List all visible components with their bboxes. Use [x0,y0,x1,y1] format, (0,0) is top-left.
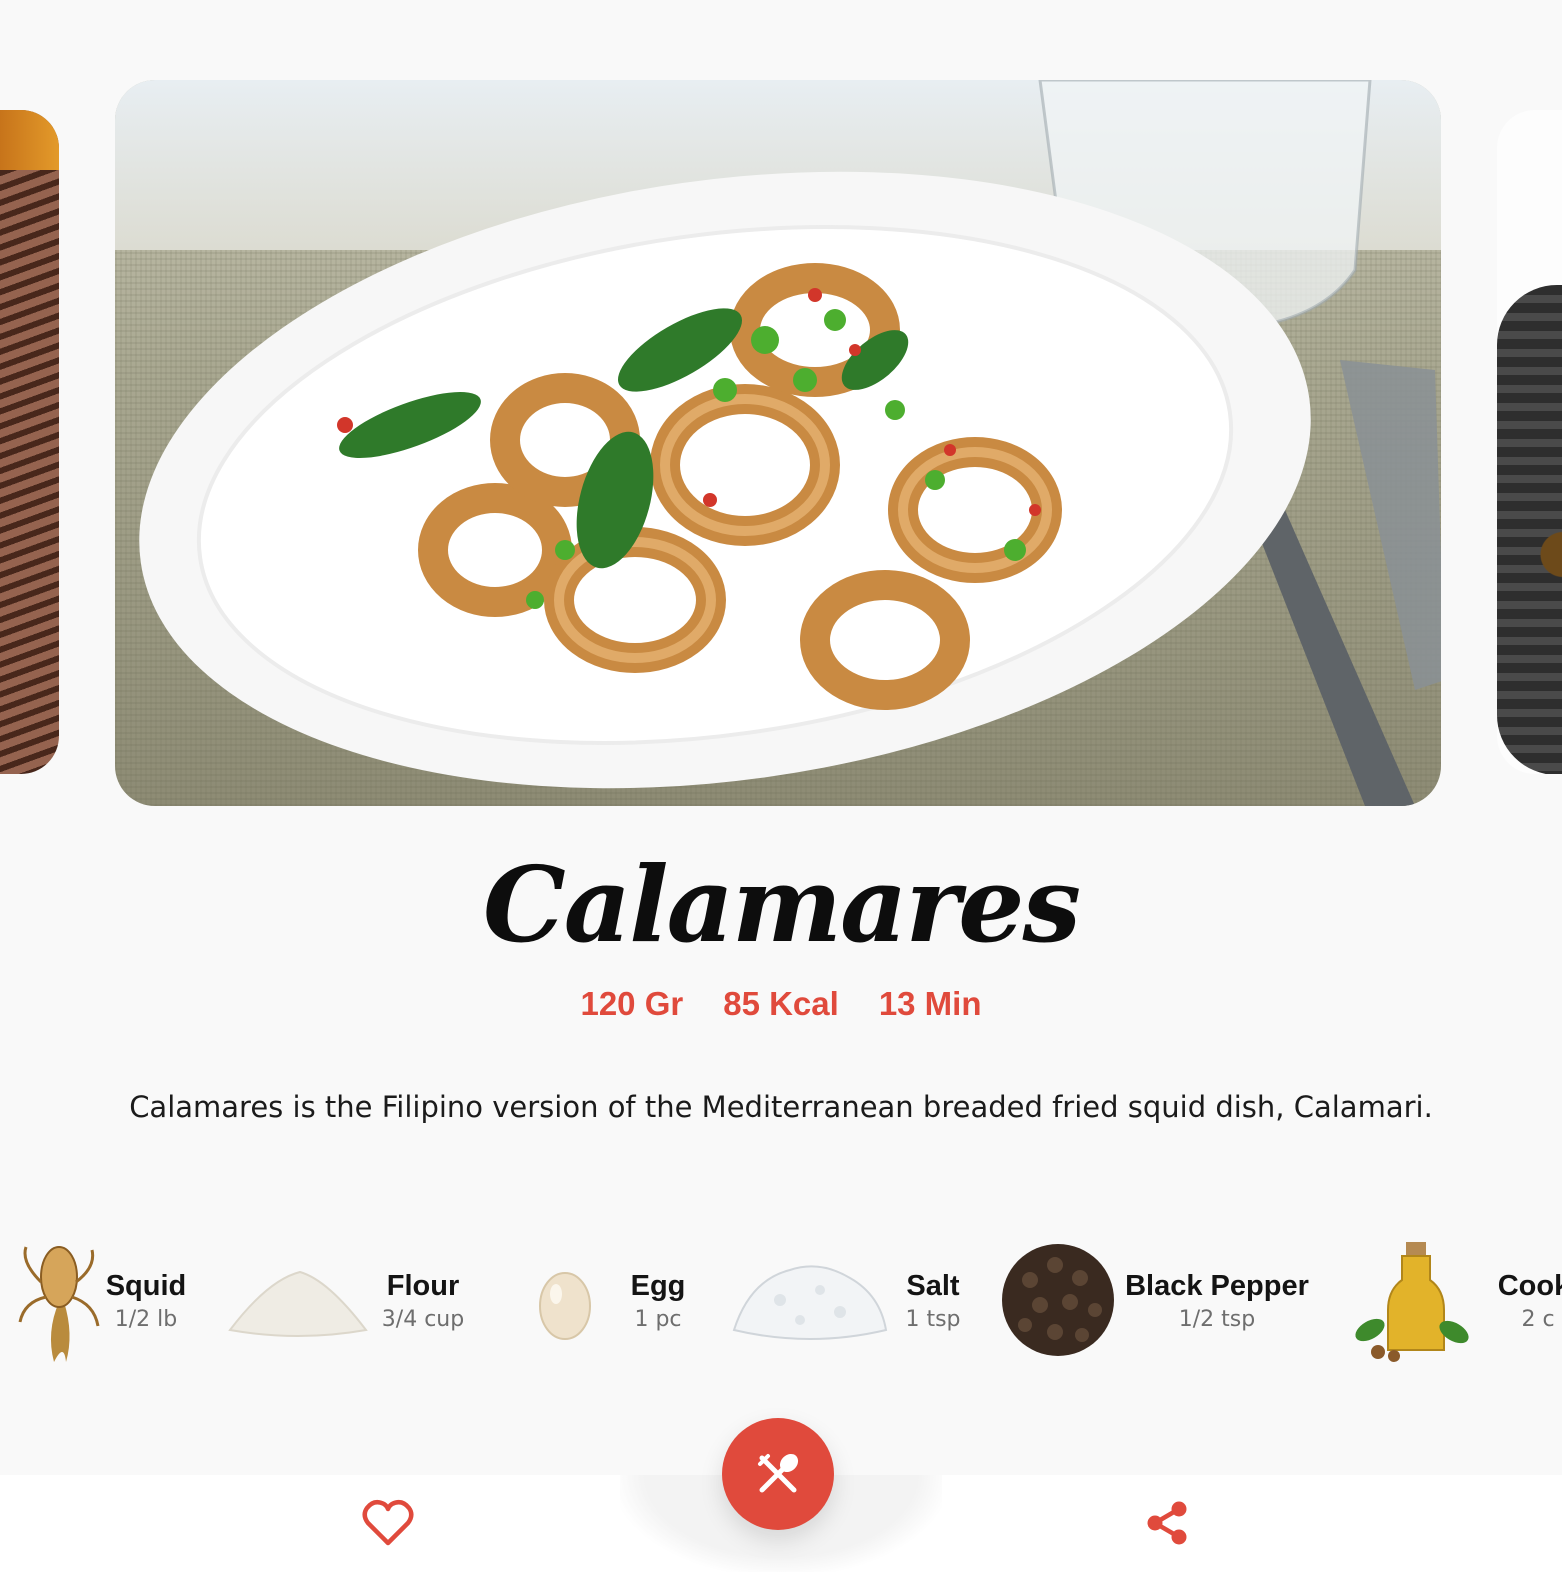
ingredient-item[interactable]: Flour 3/4 cup [228,1230,478,1380]
share-button[interactable] [1145,1499,1191,1547]
heart-icon [362,1499,414,1546]
egg-icon [539,1272,591,1340]
time-stat: 13 Min [878,985,982,1022]
ingredient-name: Black Pepper [1125,1270,1309,1302]
cooking-oil-icon [1355,1242,1469,1362]
ingredient-qty: 1/2 lb [114,1307,178,1332]
recipe-hero-image [115,80,1441,806]
recipe-stats: 120 Gr 85 Kcal 13 Min [0,985,1562,1023]
recipe-description: Calamares is the Filipino version of the… [129,1090,1433,1124]
ingredient-name: Flour [386,1270,460,1302]
ingredient-item[interactable]: Salt 1 tsp [730,1230,970,1380]
ingredient-name: Cooki [1497,1270,1562,1302]
ingredients-list[interactable]: Squid 1/2 lb Flour 3/4 cup Egg 1 pc Salt… [0,1230,1562,1380]
ingredient-qty: 1 pc [634,1307,682,1332]
black-pepper-icon [1002,1244,1114,1356]
recipe-title: Calamares [483,843,1081,966]
calories-stat: 85 Kcal [723,985,839,1022]
next-recipe-card[interactable] [1497,110,1562,774]
salt-icon [732,1265,888,1340]
ingredient-name: Salt [906,1270,960,1302]
calamares-photo [139,80,1441,806]
ingredient-qty: 1 tsp [905,1307,961,1332]
ingredient-qty: 1/2 tsp [1178,1307,1256,1332]
ingredient-item[interactable]: Egg 1 pc [528,1230,698,1380]
squid-icon [18,1246,100,1362]
favorite-button[interactable] [362,1499,414,1547]
weight-stat: 120 Gr [580,985,684,1022]
ingredient-qty: 2 c [1521,1307,1555,1332]
ingredient-name: Egg [630,1270,686,1302]
ingredient-item[interactable]: Cooki 2 c [1350,1230,1562,1380]
cook-button[interactable] [722,1418,834,1530]
ingredient-item[interactable]: Squid 1/2 lb [14,1230,214,1380]
previous-recipe-card[interactable] [0,110,59,774]
fork-spoon-icon [758,1453,799,1493]
ingredient-qty: 3/4 cup [381,1307,465,1332]
ingredient-name: Squid [105,1270,187,1302]
recipe-image-carousel[interactable] [0,0,1562,820]
share-icon [1147,1501,1187,1545]
ingredient-item[interactable]: Black Pepper 1/2 tsp [1000,1230,1320,1380]
flour-icon [228,1270,368,1337]
